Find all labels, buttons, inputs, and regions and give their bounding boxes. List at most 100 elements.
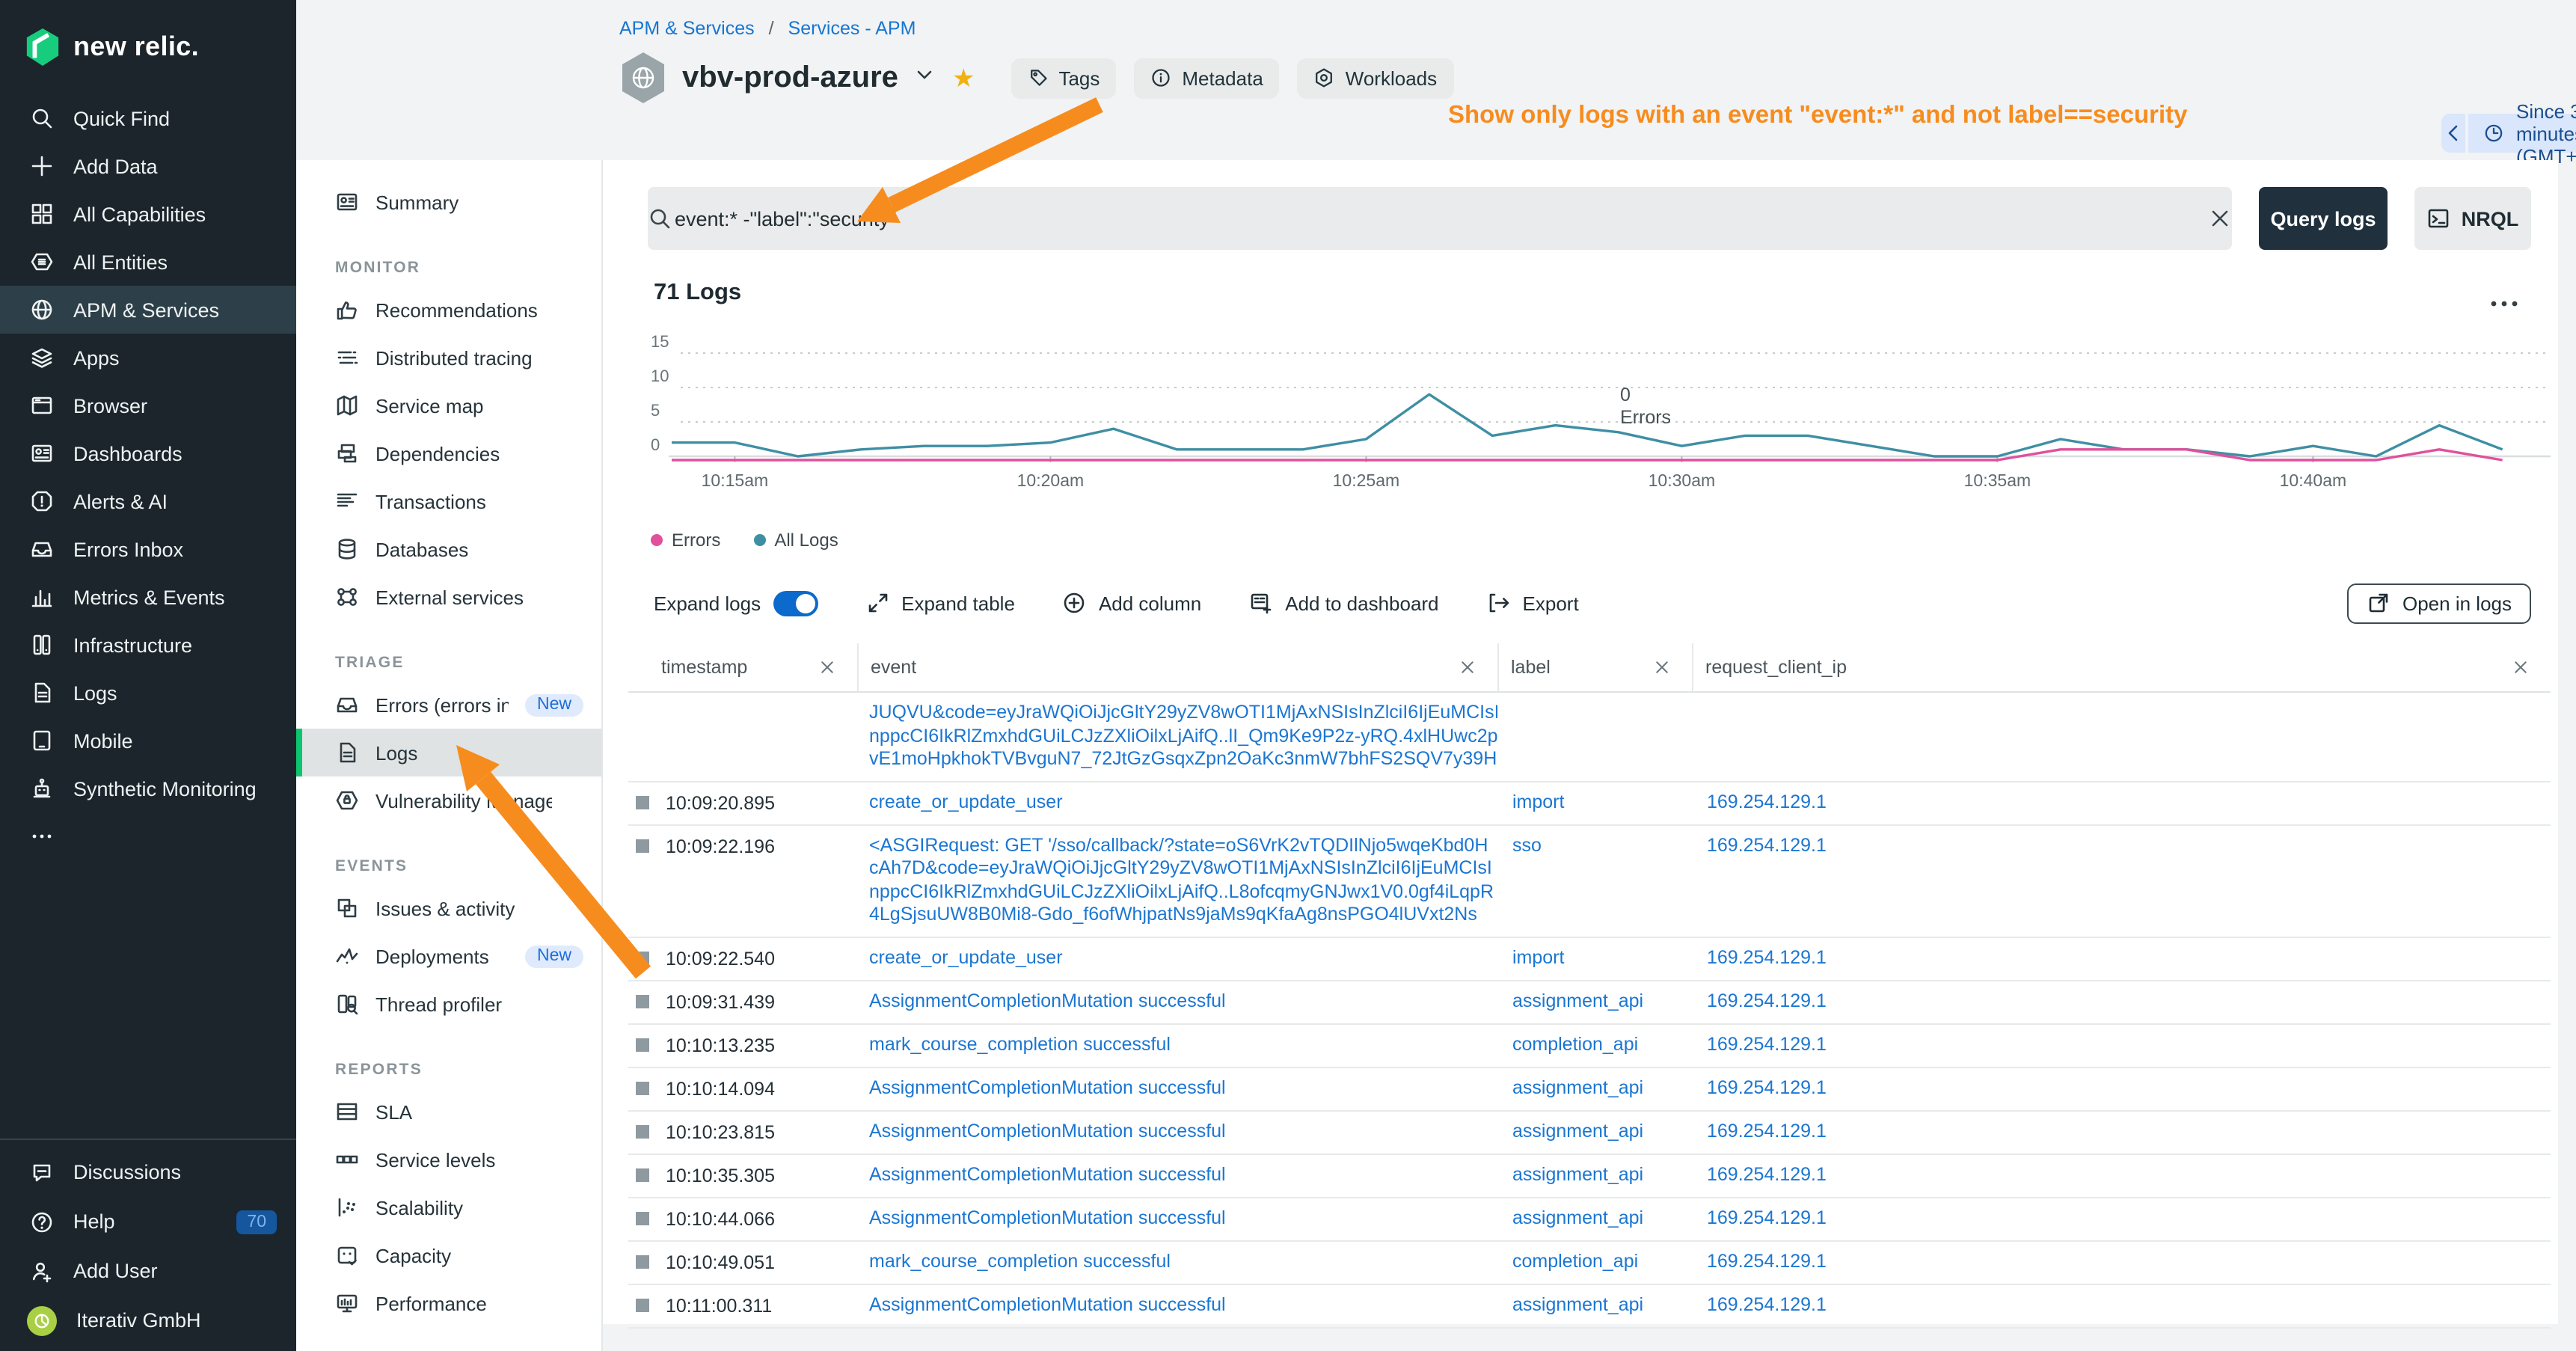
table-row[interactable]: 10:09:20.895create_or_update_userimport1… [628, 782, 2551, 825]
query-input[interactable] [672, 206, 2208, 231]
subnav-item-dependencies[interactable]: Dependencies [296, 429, 601, 477]
expand-table-button[interactable]: Expand table [865, 591, 1015, 615]
log-label-link[interactable]: assignment_api [1512, 990, 1643, 1011]
query-logs-button[interactable]: Query logs [2259, 187, 2388, 250]
subnav-item-service-map[interactable]: Service map [296, 382, 601, 429]
add-to-dashboard-button[interactable]: Add to dashboard [1249, 591, 1438, 615]
clear-query-icon[interactable] [2208, 206, 2232, 230]
log-label-link[interactable]: assignment_api [1512, 1163, 1643, 1184]
log-event-link[interactable]: <ASGIRequest: GET '/sso/callback/?state=… [869, 834, 1488, 855]
tags-button[interactable]: Tags [1011, 58, 1116, 98]
sidebar-item-mobile[interactable]: Mobile [0, 717, 296, 765]
sidebar-item-discussions[interactable]: Discussions [0, 1148, 296, 1197]
log-label-link[interactable]: sso [1512, 834, 1542, 855]
table-row[interactable]: 10:10:44.066AssignmentCompletionMutation… [628, 1198, 2551, 1241]
sidebar-item-add-data[interactable]: Add Data [0, 142, 296, 190]
subnav-item-capacity[interactable]: Capacity [296, 1231, 601, 1279]
log-event-link[interactable]: vE1moHpkhokTVBvguN7_72JtGzGsqxZpn2OaKc3n… [869, 748, 1497, 769]
log-event-link[interactable]: 4LgSjsuUW8B0Mi8-Gdo_f6ofWhjpatNs9jaMs9qK… [869, 904, 1477, 925]
sidebar-item-logs[interactable]: Logs [0, 669, 296, 717]
subnav-item-deployments[interactable]: DeploymentsNew [296, 932, 601, 980]
table-row[interactable]: JUQVU&code=eyJraWQiOiJjcGltY29yZV8wOTI1M… [628, 693, 2551, 782]
log-ip-link[interactable]: 169.254.129.1 [1707, 1076, 1827, 1097]
table-row[interactable]: 10:10:49.051mark_course_completion succe… [628, 1241, 2551, 1284]
log-event-link[interactable]: create_or_update_user [869, 791, 1063, 812]
sidebar-item-help[interactable]: Help70 [0, 1197, 296, 1246]
panel-menu-button[interactable] [2489, 289, 2519, 316]
sidebar-item-more[interactable] [0, 812, 296, 860]
entity-dropdown[interactable] [913, 62, 937, 94]
sidebar-item-metrics-events[interactable]: Metrics & Events [0, 573, 296, 621]
remove-column-event-button[interactable] [1459, 658, 1476, 676]
log-label-link[interactable]: assignment_api [1512, 1120, 1643, 1141]
table-row[interactable]: 10:10:14.094AssignmentCompletionMutation… [628, 1067, 2551, 1111]
export-button[interactable]: Export [1487, 591, 1579, 615]
log-event-link[interactable]: cAh7D&code=eyJraWQiOiJjcGltY29yZV8wOTI1M… [869, 857, 1492, 878]
table-row[interactable]: 10:11:00.311AssignmentCompletionMutation… [628, 1284, 2551, 1328]
subnav-item-distributed-tracing[interactable]: Distributed tracing [296, 334, 601, 382]
remove-column-timestamp-button[interactable] [818, 658, 836, 676]
subnav-item-summary[interactable]: Summary [296, 178, 601, 226]
subnav-item-sla[interactable]: SLA [296, 1088, 601, 1136]
table-row[interactable]: 10:09:22.540create_or_update_userimport1… [628, 937, 2551, 981]
sidebar-item-apps[interactable]: Apps [0, 334, 296, 382]
log-event-link[interactable]: AssignmentCompletionMutation successful [869, 1293, 1226, 1314]
log-ip-link[interactable]: 169.254.129.1 [1707, 946, 1827, 967]
breadcrumb-services-apm[interactable]: Services - APM [788, 18, 916, 39]
remove-column-request_client_ip-button[interactable] [2512, 658, 2530, 676]
add-column-button[interactable]: Add column [1063, 591, 1201, 615]
workloads-button[interactable]: Workloads [1298, 58, 1453, 98]
log-event-link[interactable]: nppcCI6IkRlZmxhdGUiLCJzZXliOilxLjAifQ..L… [869, 880, 1494, 901]
favorite-star-icon[interactable]: ★ [952, 65, 975, 91]
expand-logs-toggle[interactable]: Expand logs [654, 590, 818, 616]
table-row[interactable]: 10:10:13.235mark_course_completion succe… [628, 1024, 2551, 1067]
subnav-item-external-services[interactable]: External services [296, 573, 601, 621]
time-range-dropdown[interactable]: Since 30 minutes ago (GMT+2) [2468, 114, 2576, 153]
subnav-item-performance[interactable]: Performance [296, 1279, 601, 1327]
log-label-link[interactable]: assignment_api [1512, 1076, 1643, 1097]
sidebar-item-all-entities[interactable]: All Entities [0, 238, 296, 286]
column-header-request_client_ip[interactable]: request_client_ip [1692, 643, 2551, 691]
time-back-button[interactable] [2441, 114, 2465, 153]
log-event-link[interactable]: create_or_update_user [869, 946, 1063, 967]
sidebar-item-quick-find[interactable]: Quick Find [0, 94, 296, 142]
sidebar-item-synthetic-monitoring[interactable]: Synthetic Monitoring [0, 765, 296, 812]
log-label-link[interactable]: completion_api [1512, 1250, 1638, 1271]
column-header-label[interactable]: label [1497, 643, 1692, 691]
log-event-link[interactable]: nppcCI6IkRlZmxhdGUiLCJzZXliOilxLjAifQ..l… [869, 725, 1497, 746]
subnav-item-thread-profiler[interactable]: Thread profiler [296, 980, 601, 1028]
sidebar-item-add-user[interactable]: Add User [0, 1246, 296, 1296]
log-ip-link[interactable]: 169.254.129.1 [1707, 990, 1827, 1011]
log-ip-link[interactable]: 169.254.129.1 [1707, 1163, 1827, 1184]
subnav-item-logs[interactable]: Logs [296, 729, 601, 776]
log-ip-link[interactable]: 169.254.129.1 [1707, 1120, 1827, 1141]
column-header-event[interactable]: event [857, 643, 1497, 691]
log-label-link[interactable]: import [1512, 791, 1564, 812]
sidebar-item-all-capabilities[interactable]: All Capabilities [0, 190, 296, 238]
legend-item-all-logs[interactable]: All Logs [753, 530, 838, 551]
log-ip-link[interactable]: 169.254.129.1 [1707, 834, 1827, 855]
sidebar-item-browser[interactable]: Browser [0, 382, 296, 429]
log-ip-link[interactable]: 169.254.129.1 [1707, 1293, 1827, 1314]
table-row[interactable]: 10:10:23.815AssignmentCompletionMutation… [628, 1111, 2551, 1154]
log-event-link[interactable]: AssignmentCompletionMutation successful [869, 1163, 1226, 1184]
subnav-item-transactions[interactable]: Transactions [296, 477, 601, 525]
log-event-link[interactable]: AssignmentCompletionMutation successful [869, 1120, 1226, 1141]
log-label-link[interactable]: assignment_api [1512, 1207, 1643, 1228]
log-event-link[interactable]: JUQVU&code=eyJraWQiOiJjcGltY29yZV8wOTI1M… [869, 702, 1497, 723]
table-row[interactable]: 10:09:22.196<ASGIRequest: GET '/sso/call… [628, 825, 2551, 937]
sidebar-item-apm-services[interactable]: APM & Services [0, 286, 296, 334]
sidebar-item-alerts-ai[interactable]: Alerts & AI [0, 477, 296, 525]
sidebar-item-infrastructure[interactable]: Infrastructure [0, 621, 296, 669]
metadata-button[interactable]: Metadata [1134, 58, 1279, 98]
subnav-item-issues-activity[interactable]: Issues & activity [296, 884, 601, 932]
subnav-item-scalability[interactable]: Scalability [296, 1183, 601, 1231]
nrql-button[interactable]: NRQL [2414, 187, 2531, 250]
open-in-logs-button[interactable]: Open in logs [2347, 583, 2531, 623]
log-label-link[interactable]: import [1512, 946, 1564, 967]
sidebar-item-account[interactable]: Iterativ GmbH [0, 1296, 296, 1345]
subnav-item-recommendations[interactable]: Recommendations [296, 286, 601, 334]
subnav-item-service-levels[interactable]: Service levels [296, 1136, 601, 1183]
breadcrumb-apm-services[interactable]: APM & Services [619, 18, 755, 39]
table-row[interactable]: 10:10:35.305AssignmentCompletionMutation… [628, 1154, 2551, 1198]
